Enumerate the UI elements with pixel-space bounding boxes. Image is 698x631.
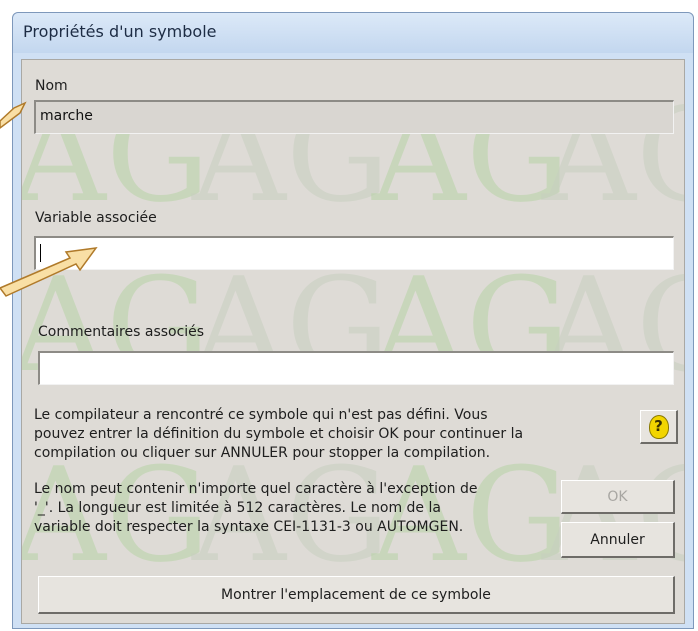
help-button[interactable]: ? [640,410,678,444]
symbol-properties-dialog: Propriétés d'un symbole AG AG AG AG AG A… [12,12,694,629]
nom-label: Nom [35,78,68,94]
commentaires-label: Commentaires associés [38,324,205,340]
rules-message-line: variable doit respecter la syntaxe CEI-1… [34,519,464,535]
compiler-message-line: pouvez entrer la définition du symbole e… [34,426,524,442]
ok-button[interactable]: OK [561,480,675,514]
dialog-client-area: AG AG AG AG AG AG AG AG AG AG AG AG Nom … [21,59,685,624]
variable-label: Variable associée [35,210,157,226]
ok-button-label: OK [607,488,628,505]
rules-message-line: Le nom peut contenir n'importe quel cara… [34,481,478,497]
compiler-message-line: Le compilateur a rencontré ce symbole qu… [34,407,488,423]
help-icon: ? [648,414,669,439]
variable-input[interactable] [34,236,674,270]
cancel-button-label: Annuler [590,531,645,548]
title-bar[interactable]: Propriétés d'un symbole [13,13,693,53]
nom-value: marche [40,108,93,124]
window-title: Propriétés d'un symbole [23,22,217,41]
compiler-message-line: compilation ou cliquer sur ANNULER pour … [34,445,491,461]
watermark-logo: AG [542,439,684,591]
rules-message-line: '_'. La longueur est limitée à 512 carac… [34,500,441,516]
show-location-button[interactable]: Montrer l'emplacement de ce symbole [38,576,675,614]
show-location-button-label: Montrer l'emplacement de ce symbole [221,586,491,603]
compiler-message: Le compilateur a rencontré ce symbole qu… [34,406,634,463]
text-caret [40,244,41,262]
cancel-button[interactable]: Annuler [561,522,675,558]
commentaires-input[interactable] [38,351,674,385]
nom-field[interactable]: marche [34,100,674,134]
rules-message: Le nom peut contenir n'importe quel cara… [34,480,554,537]
